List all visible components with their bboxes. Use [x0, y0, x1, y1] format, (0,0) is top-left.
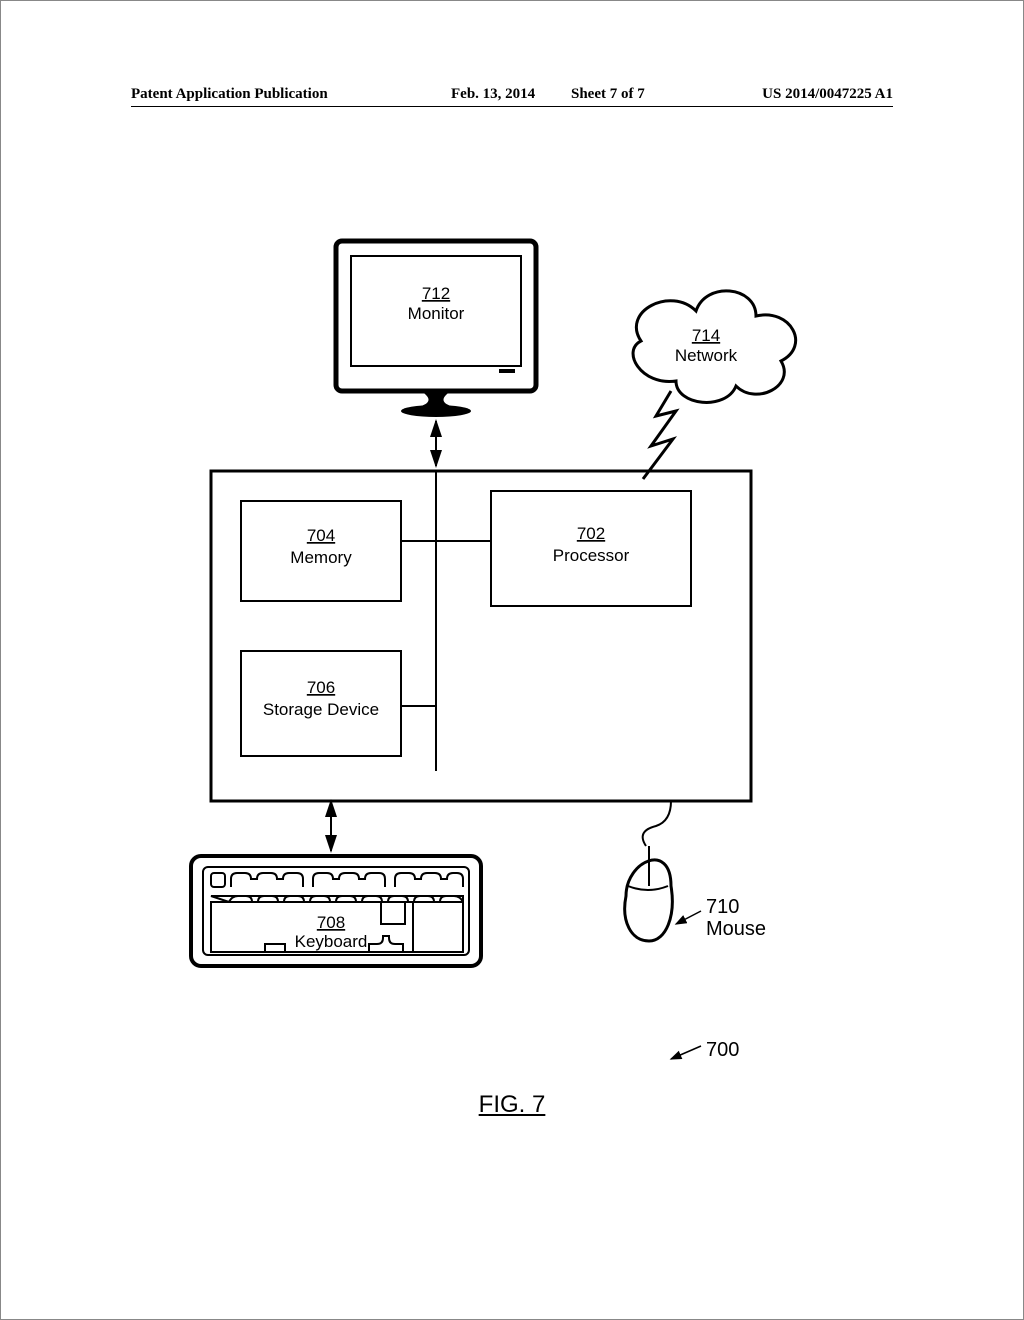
publication-type: Patent Application Publication — [131, 86, 328, 103]
figure-label: FIG. 7 — [479, 1091, 546, 1119]
mouse-num: 710 — [706, 896, 739, 918]
overall-ref-num: 700 — [706, 1039, 739, 1061]
memory-num: 704 — [307, 526, 335, 545]
mouse-lead — [676, 911, 701, 924]
mouse-cable — [643, 801, 671, 846]
header-rule — [131, 106, 893, 107]
network-label: Network — [675, 346, 738, 365]
publication-number: US 2014/0047225 A1 — [762, 86, 893, 103]
mouse-label: Mouse — [706, 918, 766, 940]
memory-label: Memory — [290, 548, 352, 567]
computer-box — [211, 471, 751, 801]
storage-num: 706 — [307, 678, 335, 697]
storage-box: 706 Storage Device — [241, 651, 401, 756]
page-header: Patent Application Publication Feb. 13, … — [131, 86, 893, 103]
figure-diagram: 712 Monitor 714 Network — [171, 231, 851, 1071]
publication-date: Feb. 13, 2014 — [451, 86, 535, 103]
network-num: 714 — [692, 326, 720, 345]
overall-ref-lead — [671, 1046, 701, 1059]
processor-num: 702 — [577, 524, 605, 543]
keyboard-num: 708 — [317, 913, 345, 932]
sheet-number: Sheet 7 of 7 — [571, 86, 645, 103]
patent-page: Patent Application Publication Feb. 13, … — [0, 0, 1024, 1320]
processor-box: 702 Processor — [491, 491, 691, 606]
monitor-icon: 712 Monitor — [336, 241, 536, 417]
storage-label: Storage Device — [263, 700, 379, 719]
monitor-label: Monitor — [408, 304, 465, 323]
monitor-num: 712 — [422, 284, 450, 303]
wireless-link-icon — [643, 391, 676, 479]
keyboard-label: Keyboard — [295, 932, 368, 951]
keyboard-icon: 708 Keyboard — [191, 856, 481, 966]
processor-label: Processor — [553, 546, 630, 565]
memory-box: 704 Memory — [241, 501, 401, 601]
bus-lines — [401, 471, 491, 771]
mouse-icon — [625, 846, 673, 941]
network-icon: 714 Network — [633, 291, 796, 403]
